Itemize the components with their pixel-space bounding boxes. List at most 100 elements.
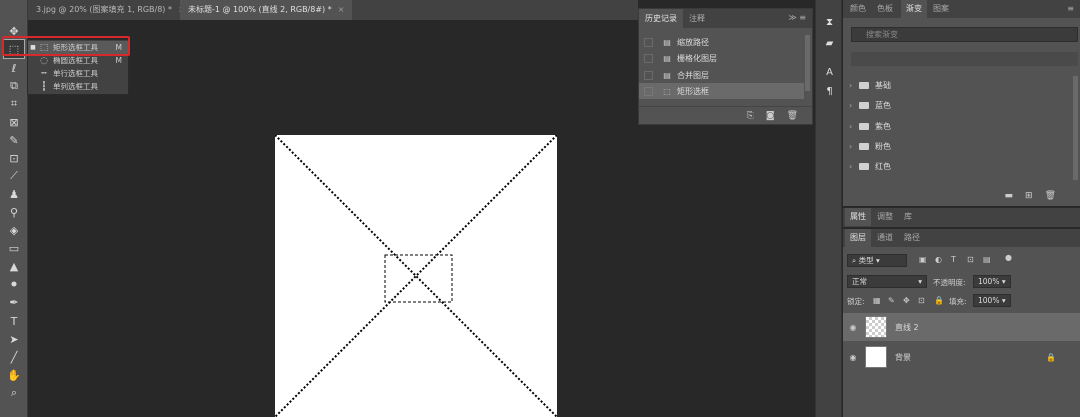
eye-icon[interactable]: ◉ bbox=[843, 353, 863, 362]
gradient-search-input[interactable]: 搜索渐变 bbox=[851, 27, 1078, 42]
lasso-tool-icon[interactable]: ℓ bbox=[4, 59, 24, 77]
tools-panel: ✥ ⬚ ℓ ⧉ ⌗ ⊠ ✎ ⊡ ⟋ ♟ ⚲ ◈ ▭ ▲ ⚫ ✒ T ➤ ╱ ✋ … bbox=[0, 0, 28, 417]
camera-icon[interactable]: ◙ bbox=[766, 111, 775, 121]
ellipse-marquee-icon: ◌ bbox=[40, 55, 48, 66]
checkbox[interactable] bbox=[644, 70, 653, 80]
flyout-single-col-marquee[interactable]: ┇ 单列选框工具 bbox=[28, 80, 128, 93]
blur-tool-icon[interactable]: ▲ bbox=[4, 257, 24, 275]
checkbox[interactable] bbox=[644, 86, 653, 96]
flyout-single-row-marquee[interactable]: ┅ 单行选框工具 bbox=[28, 67, 128, 80]
gradient-group[interactable]: › 粉色 bbox=[849, 137, 1049, 155]
panel-menu-icon[interactable]: ≡ bbox=[1067, 4, 1074, 13]
folder-icon bbox=[859, 81, 869, 89]
history-item[interactable]: ▤ 栅格化图层 bbox=[639, 50, 804, 66]
tab-history[interactable]: 历史记录 bbox=[639, 9, 683, 28]
scrollbar[interactable] bbox=[805, 35, 810, 91]
tab-untitled-1[interactable]: 未标题-1 @ 100% (直线 2, RGB/8#) * × bbox=[180, 0, 353, 20]
chevron-right-icon: › bbox=[849, 141, 853, 151]
history-item[interactable]: ▤ 合并图层 bbox=[639, 67, 804, 83]
tab-paths[interactable]: 路径 bbox=[899, 229, 925, 247]
doc-icon: ▤ bbox=[663, 53, 671, 63]
gradient-group[interactable]: › 基础 bbox=[849, 76, 1049, 94]
comment-icon[interactable]: ▰ bbox=[822, 38, 837, 52]
lock-transparent-icon[interactable]: ▦ bbox=[873, 296, 881, 305]
zoom-tool-icon[interactable]: ⌕ bbox=[4, 384, 24, 402]
type-tool-icon[interactable]: T bbox=[4, 312, 24, 330]
tab-3jpg[interactable]: 3.jpg @ 20% (图案填充 1, RGB/8) *× bbox=[28, 0, 193, 20]
opacity-input[interactable]: 100% ▾ bbox=[973, 275, 1011, 288]
stamp-tool-icon[interactable]: ♟ bbox=[4, 185, 24, 203]
panel-icon-strip: ⧗ ▰ A ¶ bbox=[815, 0, 842, 417]
gradient-tool-icon[interactable]: ▭ bbox=[4, 239, 24, 257]
new-snapshot-icon[interactable]: ⎘ bbox=[747, 111, 754, 121]
gradient-group[interactable]: › 紫色 bbox=[849, 117, 1049, 135]
trash-icon[interactable]: 🗑 bbox=[1045, 191, 1056, 201]
panel-menu-icon[interactable]: ≫ ≡ bbox=[788, 13, 806, 22]
fill-label: 填充: bbox=[949, 297, 967, 306]
layer-kind-filter[interactable]: ⌕ 类型 ▾ bbox=[847, 254, 907, 267]
scrollbar[interactable] bbox=[1073, 76, 1078, 180]
trash-icon[interactable]: 🗑 bbox=[787, 111, 798, 121]
eraser-tool-icon[interactable]: ◈ bbox=[4, 221, 24, 239]
folder-icon bbox=[859, 142, 869, 150]
filter-toggle-icon[interactable]: ● bbox=[1005, 253, 1012, 262]
gradients-panel: 颜色 色板 渐变 图案 ≡ ⌕ 搜索渐变 ›基础 ›蓝色 ›紫色 ›粉色 ›红色… bbox=[843, 0, 1080, 206]
tab-label: 3.jpg @ 20% (图案填充 1, RGB/8) * bbox=[36, 5, 172, 14]
folder-icon bbox=[859, 122, 869, 130]
shortcut-key: M bbox=[115, 56, 122, 65]
gradient-group[interactable]: › 红色 bbox=[849, 157, 1049, 175]
tab-channels[interactable]: 通道 bbox=[872, 229, 898, 247]
eyedropper-tool-icon[interactable]: ✎ bbox=[4, 131, 24, 149]
checkbox[interactable] bbox=[644, 37, 653, 47]
paragraph-icon[interactable]: ¶ bbox=[822, 86, 837, 100]
frame-tool-icon[interactable]: ⊠ bbox=[4, 113, 24, 131]
new-icon[interactable]: ⊞ bbox=[1025, 191, 1033, 201]
folder-icon bbox=[859, 162, 869, 170]
lock-position-icon[interactable]: ✥ bbox=[903, 296, 910, 305]
document-canvas[interactable] bbox=[275, 135, 557, 417]
layer-row-line-2[interactable]: ◉ 直线 2 bbox=[843, 313, 1080, 341]
eye-icon[interactable]: ◉ bbox=[843, 323, 863, 332]
character-icon[interactable]: A bbox=[822, 67, 837, 81]
tab-patterns[interactable]: 图案 bbox=[928, 0, 954, 18]
tab-properties[interactable]: 属性 bbox=[845, 208, 871, 226]
brush-tool-icon[interactable]: ⟋ bbox=[4, 167, 24, 185]
crop-tool-icon[interactable]: ⌗ bbox=[4, 95, 24, 113]
layer-thumbnail bbox=[865, 346, 887, 368]
smartobject-filter-icon[interactable]: ▤ bbox=[983, 255, 991, 264]
tab-layers[interactable]: 图层 bbox=[845, 229, 871, 247]
marquee-selection bbox=[384, 254, 453, 303]
gradient-group[interactable]: › 蓝色 bbox=[849, 96, 1049, 114]
folder-icon[interactable]: ▬ bbox=[1005, 191, 1014, 201]
tab-libraries[interactable]: 库 bbox=[899, 208, 917, 226]
history-item[interactable]: ▤ 缩放路径 bbox=[639, 34, 804, 50]
pen-tool-icon[interactable]: ✒ bbox=[4, 293, 24, 311]
tab-gradients[interactable]: 渐变 bbox=[901, 0, 927, 18]
adjustment-filter-icon[interactable]: ◐ bbox=[935, 255, 942, 264]
healing-tool-icon[interactable]: ⊡ bbox=[4, 149, 24, 167]
tab-swatches[interactable]: 色板 bbox=[872, 0, 898, 18]
checkbox[interactable] bbox=[644, 53, 653, 63]
tab-notes[interactable]: 注释 bbox=[683, 9, 711, 28]
history-item[interactable]: ⬚ 矩形选框 bbox=[639, 83, 804, 99]
lock-pixels-icon[interactable]: ✎ bbox=[888, 296, 895, 305]
type-filter-icon[interactable]: T bbox=[951, 255, 956, 264]
shape-filter-icon[interactable]: ⊡ bbox=[967, 255, 974, 264]
lock-artboard-icon[interactable]: ⊡ bbox=[918, 296, 925, 305]
path-select-tool-icon[interactable]: ➤ bbox=[4, 330, 24, 348]
tab-color[interactable]: 颜色 bbox=[845, 0, 871, 18]
tab-adjustments[interactable]: 调整 bbox=[872, 208, 898, 226]
close-icon[interactable]: × bbox=[338, 5, 345, 14]
dodge-tool-icon[interactable]: ⚫ bbox=[4, 275, 24, 293]
layer-row-background[interactable]: ◉ 背景 🔒 bbox=[843, 343, 1080, 371]
history-panel-icon[interactable]: ⧗ bbox=[822, 17, 837, 31]
pixel-filter-icon[interactable]: ▣ bbox=[919, 255, 927, 264]
line-tool-icon[interactable]: ╱ bbox=[4, 348, 24, 366]
history-brush-tool-icon[interactable]: ⚲ bbox=[4, 203, 24, 221]
object-select-tool-icon[interactable]: ⧉ bbox=[4, 77, 24, 95]
hand-tool-icon[interactable]: ✋ bbox=[4, 366, 24, 384]
fill-input[interactable]: 100% ▾ bbox=[973, 294, 1011, 307]
blend-mode-select[interactable]: 正常 ▾ bbox=[847, 275, 927, 288]
layer-name: 直线 2 bbox=[895, 322, 919, 332]
lock-all-icon[interactable]: 🔒 bbox=[934, 296, 944, 305]
